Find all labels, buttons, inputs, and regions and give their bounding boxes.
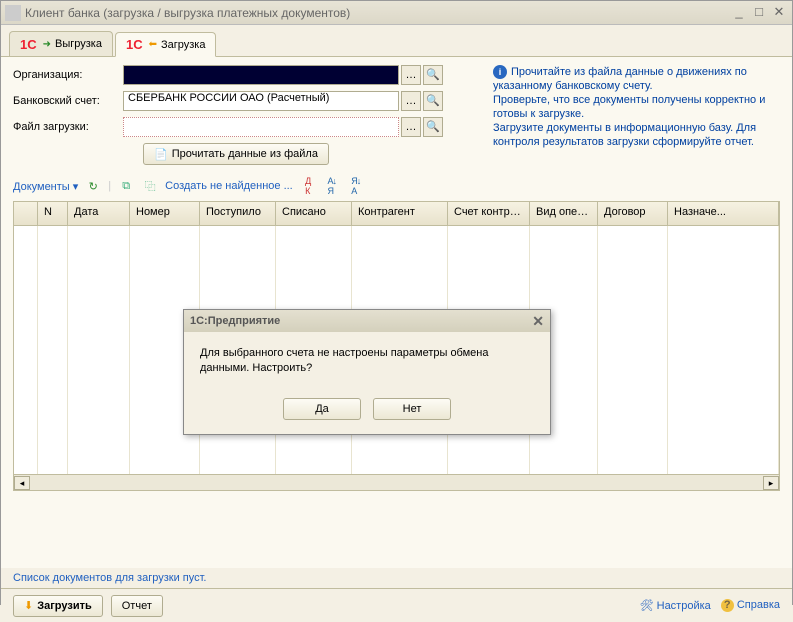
load-button[interactable]: ⬇ Загрузить [13, 595, 103, 617]
dialog-no-button[interactable]: Нет [373, 398, 451, 420]
logo-1c-icon: 1C [20, 37, 37, 52]
dialog-titlebar: 1С:Предприятие ✕ [184, 310, 550, 332]
app-icon [5, 5, 21, 21]
confirm-dialog: 1С:Предприятие ✕ Для выбранного счета не… [183, 309, 551, 435]
tab-export-label: Выгрузка [55, 38, 102, 50]
report-label: Отчет [122, 600, 152, 612]
help-icon: ? [721, 599, 734, 612]
maximize-button[interactable]: □ [750, 5, 768, 21]
close-button[interactable]: ✕ [770, 5, 788, 21]
arrow-left-icon: ⬅ [149, 39, 157, 50]
minimize-button[interactable]: _ [730, 5, 748, 21]
settings-icon: 🛠 [640, 600, 654, 612]
dialog-message: Для выбранного счета не настроены параме… [184, 332, 550, 390]
settings-link[interactable]: 🛠 Настройка [640, 599, 711, 612]
dialog-close-button[interactable]: ✕ [532, 313, 544, 330]
help-link[interactable]: ? Справка [721, 599, 780, 612]
window-title: Клиент банка (загрузка / выгрузка платеж… [25, 6, 730, 20]
dialog-overlay: 1С:Предприятие ✕ Для выбранного счета не… [1, 57, 792, 568]
load-label: Загрузить [37, 600, 92, 612]
dialog-title-text: 1С:Предприятие [190, 315, 280, 327]
content-area: i Прочитайте из файла данные о движениях… [1, 57, 792, 568]
load-icon: ⬇ [24, 599, 33, 612]
window-titlebar: Клиент банка (загрузка / выгрузка платеж… [1, 1, 792, 25]
tab-export[interactable]: 1C ➜ Выгрузка [9, 31, 113, 56]
dialog-yes-button[interactable]: Да [283, 398, 361, 420]
logo-1c-icon: 1C [126, 37, 143, 52]
tab-import[interactable]: 1C ⬅ Загрузка [115, 32, 217, 57]
tab-bar: 1C ➜ Выгрузка 1C ⬅ Загрузка [1, 25, 792, 57]
status-line: Список документов для загрузки пуст. [1, 568, 792, 588]
footer-bar: ⬇ Загрузить Отчет 🛠 Настройка ? Справка [1, 588, 792, 622]
report-button[interactable]: Отчет [111, 595, 163, 617]
arrow-right-icon: ➜ [43, 39, 51, 50]
tab-import-label: Загрузка [161, 39, 205, 51]
